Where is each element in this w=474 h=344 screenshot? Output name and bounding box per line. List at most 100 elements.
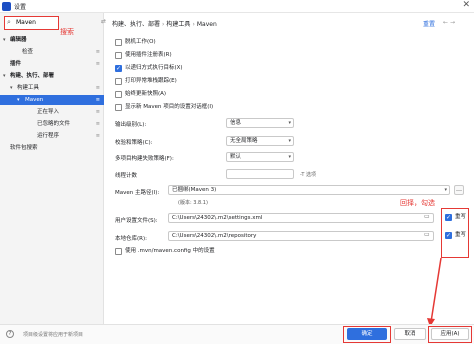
maven-version: (版本: 3.8.1) (178, 200, 208, 206)
checkbox-label: 使用插件注册表(R) (125, 52, 172, 58)
checkbox-label: 以递归方式执行目标(X) (125, 65, 183, 71)
browse-maven-home-button[interactable]: … (454, 185, 464, 195)
breadcrumb-item: 构建、执行、部署 (112, 21, 161, 28)
window-title: 设置 (14, 4, 27, 11)
select-value: 信息 (230, 120, 242, 126)
sidebar-item-package-search[interactable]: 软件包搜索 (0, 143, 104, 153)
checkbox-box[interactable] (115, 104, 122, 111)
checkbox-label: 始终更新快照(A) (125, 91, 167, 97)
project-scope-icon: ≡ (95, 97, 100, 103)
sidebar-item-label: Maven (25, 97, 44, 103)
annotation-arrow-icon (427, 257, 442, 327)
sidebar-item-label: 检查 (22, 49, 34, 55)
select-value: 已捆绑(Maven 3) (172, 187, 217, 193)
back-icon[interactable]: ← (443, 19, 448, 26)
local-repo-input[interactable]: C:\Users\24302\.m2\repository (168, 231, 434, 241)
dialog-footer: ? 项目级设置将应用于新项目 确定 取消 应用(A) (0, 324, 474, 344)
breadcrumb-item: 构建工具 (166, 21, 191, 28)
sidebar-item-editor[interactable]: ▾ 编辑器 (0, 35, 104, 45)
checksum-policy-select[interactable]: 无全局策略 ▾ (226, 136, 294, 146)
checkbox-box[interactable] (115, 64, 122, 73)
folder-icon[interactable]: ▭ (424, 213, 430, 220)
app-logo-icon (2, 2, 11, 11)
multiproject-fail-select[interactable]: 默认 ▾ (226, 152, 294, 162)
search-icon: ⌕ (7, 18, 11, 26)
output-level-select[interactable]: 信息 ▾ (226, 118, 294, 128)
override-highlight-frame (441, 208, 469, 258)
footer-note: 项目级设置将应用于新项目 (23, 332, 84, 338)
checkbox-box[interactable] (115, 78, 122, 85)
breadcrumb: 构建、执行、部署 › 构建工具 › Maven (112, 19, 217, 28)
sidebar-item-label: 已忽略的文件 (37, 121, 71, 127)
checkbox-label: 脱机工作(O) (125, 39, 156, 45)
chevron-down-icon: ▾ (444, 187, 447, 193)
checkbox-box[interactable] (115, 52, 122, 59)
project-scope-icon: ≡ (95, 133, 100, 139)
sidebar-item-ignored-files[interactable]: 已忽略的文件 ≡ (0, 119, 104, 129)
checkbox-box[interactable] (115, 39, 122, 46)
help-icon[interactable]: ? (6, 330, 14, 338)
chevron-down-icon: ▾ (10, 85, 13, 91)
sidebar-item-inspections[interactable]: 检查 ≡ (0, 47, 104, 57)
forward-icon[interactable]: → (450, 19, 455, 26)
select-value: 默认 (230, 154, 242, 160)
chevron-down-icon: ▾ (3, 73, 6, 79)
project-scope-icon: ≡ (95, 49, 100, 55)
sidebar-item-importing[interactable]: 正在导入 ≡ (0, 107, 104, 117)
sidebar-item-plugins[interactable]: 插件 ≡ (0, 59, 104, 69)
search-input[interactable]: ⌕ Maven (4, 16, 59, 30)
ok-button[interactable]: 确定 (347, 328, 387, 340)
checkbox-label: 使用 .mvn/maven.config 中的设置 (125, 248, 215, 254)
sidebar-item-build-exec-deploy[interactable]: ▾ 构建、执行、部署 (0, 71, 104, 81)
select-value: 无全局策略 (230, 138, 258, 144)
user-settings-input[interactable]: C:\Users\24302\.m2\settings.xml (168, 213, 434, 223)
sidebar-item-runner[interactable]: 运行程序 ≡ (0, 131, 104, 141)
close-icon[interactable]: ✕ (462, 0, 470, 10)
sidebar-item-label: 构建、执行、部署 (10, 73, 55, 79)
nav-arrows: ← → (443, 19, 455, 26)
project-scope-icon: ≡ (95, 61, 100, 67)
maven-home-label: Maven 主路径(I): (115, 190, 160, 196)
input-value: C:\Users\24302\.m2\settings.xml (172, 215, 263, 221)
checkbox-label: 显示新 Maven 项目的设置对话框(I) (125, 104, 214, 110)
thread-count-hint: -T 选项 (300, 172, 316, 178)
project-scope-icon: ≡ (95, 109, 100, 115)
sidebar-item-label: 编辑器 (10, 37, 27, 43)
sidebar-item-maven[interactable]: ▾ Maven ≡ (0, 95, 104, 105)
output-level-label: 输出级别(L): (115, 122, 147, 128)
apply-button[interactable]: 应用(A) (431, 328, 469, 340)
breadcrumb-separator: › (192, 21, 195, 28)
maven-home-select[interactable]: 已捆绑(Maven 3) ▾ (168, 185, 450, 195)
sidebar-item-label: 软件包搜索 (10, 145, 38, 151)
multiproject-fail-label: 多项目构建失败策略(F): (115, 156, 174, 162)
collapse-arrows-icon[interactable]: ⇄ (101, 18, 106, 25)
chevron-down-icon: ▾ (17, 97, 20, 103)
search-value: Maven (16, 19, 36, 26)
chevron-down-icon: ▾ (288, 138, 291, 144)
chevron-down-icon: ▾ (288, 120, 291, 126)
reset-link[interactable]: 重置 (423, 19, 435, 28)
cancel-button[interactable]: 取消 (394, 328, 426, 340)
override-annotation: 回择，勾选 (400, 199, 435, 207)
thread-count-label: 线程计数 (115, 173, 138, 179)
sidebar-item-label: 正在导入 (37, 109, 60, 115)
checkbox-label: 打印异常堆栈跟踪(E) (125, 78, 177, 84)
chevron-down-icon: ▾ (288, 154, 291, 160)
checkbox-box[interactable] (115, 91, 122, 98)
checkbox-box[interactable] (115, 248, 122, 255)
folder-icon[interactable]: ▭ (424, 231, 430, 238)
breadcrumb-item: Maven (196, 21, 217, 28)
sidebar-item-label: 插件 (10, 61, 22, 67)
window-titlebar: 设置 ✕ (0, 0, 474, 13)
sidebar-item-label: 构建工具 (17, 85, 40, 91)
thread-count-input[interactable] (226, 169, 294, 179)
search-annotation: 搜索 (60, 28, 74, 36)
input-value: C:\Users\24302\.m2\repository (172, 233, 257, 239)
sidebar-item-label: 运行程序 (37, 133, 60, 139)
sidebar-item-build-tools[interactable]: ▾ 构建工具 ≡ (0, 83, 104, 93)
local-repo-label: 本地仓库(R): (115, 236, 147, 242)
user-settings-label: 用户设置文件(S): (115, 218, 158, 224)
breadcrumb-separator: › (162, 21, 165, 28)
project-scope-icon: ≡ (95, 85, 100, 91)
project-scope-icon: ≡ (95, 121, 100, 127)
